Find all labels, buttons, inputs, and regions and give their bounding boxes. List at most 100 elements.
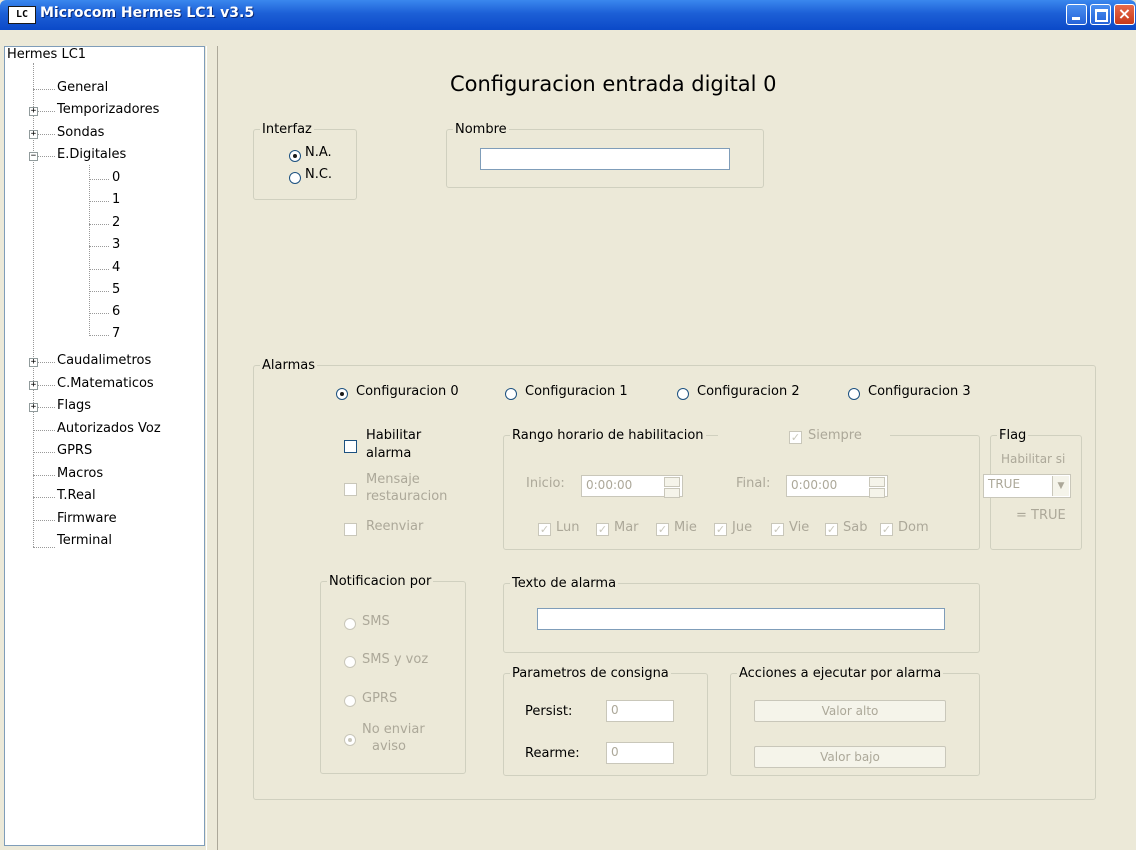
flag-select-value: TRUE [988,477,1021,491]
tree-item-input-7[interactable]: 7 [112,326,120,341]
tree-item-input-4[interactable]: 4 [112,260,120,275]
inicio-spinner[interactable] [664,477,680,498]
minimize-button[interactable] [1066,4,1087,25]
inicio-label: Inicio: [526,476,565,491]
habilitar-label-1: Habilitar [366,428,422,443]
splitter[interactable] [206,46,217,850]
habilitar-alarma-checkbox[interactable] [344,440,357,453]
config-1-label[interactable]: Configuracion 1 [525,384,628,399]
siempre-label: Siempre [808,428,862,443]
interfaz-group: Interfaz [253,122,357,200]
tree-root[interactable]: Hermes LC1 [7,47,86,62]
radio-config-3[interactable] [848,388,860,400]
habilitar-si-label: Habilitar si [1001,452,1066,466]
radio-config-2[interactable] [677,388,689,400]
siempre-checkbox[interactable]: ✓ [789,431,802,444]
tree-item-general[interactable]: General [57,80,108,95]
radio-config-1[interactable] [505,388,517,400]
sms-voz-label[interactable]: SMS y voz [362,652,428,667]
radio-nc-label[interactable]: N.C. [305,167,332,182]
tree-item-c-matematicos[interactable]: C.Matematicos [57,376,154,391]
tree-item-gprs[interactable]: GPRS [57,443,92,458]
tree-item-input-3[interactable]: 3 [112,237,120,252]
tree-item-flags[interactable]: Flags [57,398,91,413]
radio-sms[interactable] [344,618,356,630]
mensaje-restauracion-checkbox[interactable] [344,483,357,496]
texto-alarma-legend: Texto de alarma [512,576,617,591]
radio-gprs[interactable] [344,695,356,707]
collapse-icon[interactable]: − [29,152,38,161]
radio-config-0[interactable] [336,388,348,400]
maximize-button[interactable] [1090,4,1111,25]
day-dom-checkbox[interactable]: ✓ [880,523,893,536]
day-mie-checkbox[interactable]: ✓ [656,523,669,536]
tree-guide [89,165,90,334]
tree-item-terminal[interactable]: Terminal [57,533,112,548]
day-jue-checkbox[interactable]: ✓ [714,523,727,536]
tree-item-input-2[interactable]: 2 [112,215,120,230]
persist-label: Persist: [525,704,573,719]
config-0-label[interactable]: Configuracion 0 [356,384,459,399]
expand-icon[interactable]: + [29,381,38,390]
radio-nc[interactable] [289,172,301,184]
reenviar-checkbox[interactable] [344,523,357,536]
final-spinner[interactable] [869,477,885,498]
rango-horario-legend: Rango horario de habilitacion [512,428,704,443]
tree-item-autorizados-voz[interactable]: Autorizados Voz [57,421,161,436]
tree-item-caudalimetros[interactable]: Caudalimetros [57,353,151,368]
tree-item-t-real[interactable]: T.Real [57,488,96,503]
radio-no-enviar[interactable] [344,734,356,746]
expand-icon[interactable]: + [29,358,38,367]
day-sab-checkbox[interactable]: ✓ [825,523,838,536]
day-mie-label: Mie [674,520,697,535]
mensaje-label-1: Mensaje [366,472,420,487]
radio-sms-voz[interactable] [344,656,356,668]
tree-item-input-6[interactable]: 6 [112,304,120,319]
valor-bajo-button[interactable]: Valor bajo [754,746,946,768]
tree-item-sondas[interactable]: Sondas [57,125,104,140]
expand-icon[interactable]: + [29,130,38,139]
window-title: Microcom Hermes LC1 v3.5 [40,5,255,21]
sms-label[interactable]: SMS [362,614,390,629]
day-mar-checkbox[interactable]: ✓ [596,523,609,536]
radio-na[interactable] [289,150,301,162]
persist-input[interactable]: 0 [606,700,674,722]
radio-na-label[interactable]: N.A. [305,145,332,160]
tree-item-e-digitales[interactable]: E.Digitales [57,147,126,162]
rearme-input[interactable]: 0 [606,742,674,764]
day-vie-checkbox[interactable]: ✓ [771,523,784,536]
interfaz-legend: Interfaz [262,122,312,137]
day-lun-checkbox[interactable]: ✓ [538,523,551,536]
page-title: Configuracion entrada digital 0 [450,72,777,96]
flag-legend: Flag [999,428,1027,443]
day-lun-label: Lun [556,520,580,535]
expand-icon[interactable]: + [29,107,38,116]
nombre-input[interactable] [480,148,730,170]
tree-item-firmware[interactable]: Firmware [57,511,117,526]
valor-alto-button[interactable]: Valor alto [754,700,946,722]
no-enviar-label-1[interactable]: No enviar [362,722,425,737]
day-jue-label: Jue [732,520,753,535]
day-dom-label: Dom [898,520,929,535]
tree-item-input-5[interactable]: 5 [112,282,120,297]
app-icon[interactable]: LC [8,6,36,24]
config-2-label[interactable]: Configuracion 2 [697,384,800,399]
tree-item-macros[interactable]: Macros [57,466,103,481]
tree-item-input-0[interactable]: 0 [112,170,120,185]
texto-alarma-input[interactable] [537,608,945,630]
navigation-tree[interactable]: Hermes LC1 General + Temporizadores + So… [4,46,205,846]
notificacion-legend: Notificacion por [329,574,432,589]
close-icon: × [1117,4,1132,23]
chevron-down-icon[interactable]: ▼ [1052,476,1069,496]
config-3-label[interactable]: Configuracion 3 [868,384,971,399]
no-enviar-label-2[interactable]: aviso [372,739,406,754]
close-button[interactable]: × [1114,4,1135,25]
gprs-label[interactable]: GPRS [362,691,397,706]
day-vie-label: Vie [789,520,810,535]
expand-icon[interactable]: + [29,403,38,412]
nombre-legend: Nombre [455,122,507,137]
tree-item-input-1[interactable]: 1 [112,192,120,207]
tree-item-temporizadores[interactable]: Temporizadores [57,102,159,117]
consigna-legend: Parametros de consigna [512,666,669,681]
flag-select[interactable]: TRUE ▼ [983,474,1071,498]
